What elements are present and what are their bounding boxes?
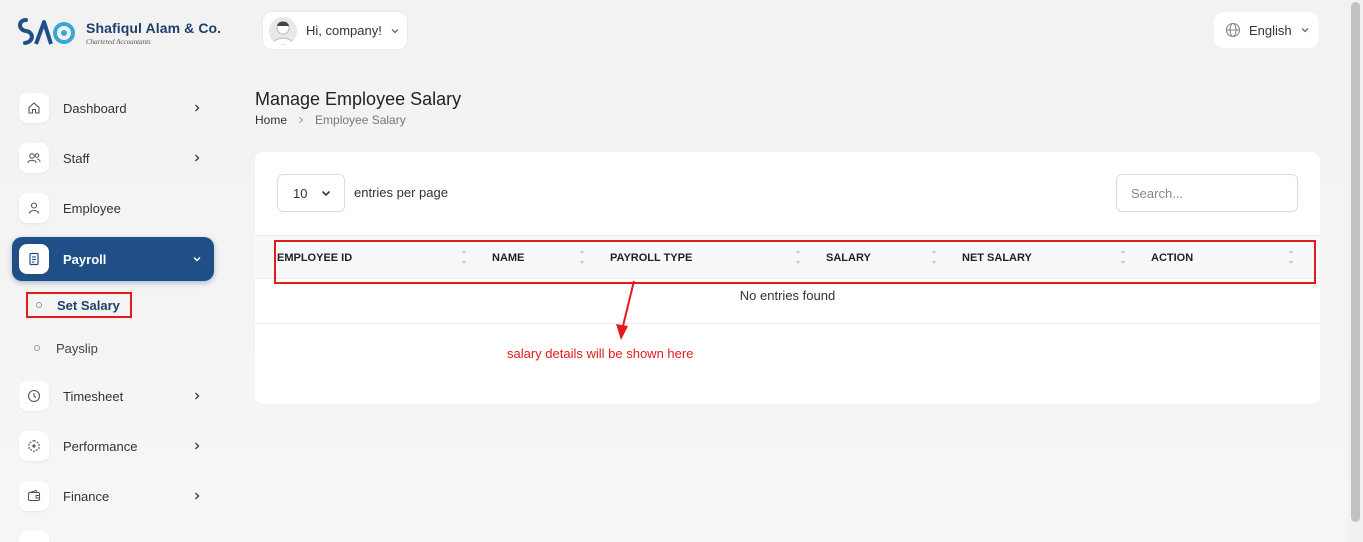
wallet-icon: [19, 481, 49, 511]
breadcrumb-home-link[interactable]: Home: [255, 113, 287, 127]
user-greeting: Hi, company!: [306, 23, 382, 38]
sidebar-item-employee[interactable]: Employee: [12, 186, 214, 230]
page-scrollbar[interactable]: [1348, 0, 1363, 542]
users-icon: [19, 143, 49, 173]
chevron-down-icon: [322, 190, 331, 197]
clock-icon: [19, 381, 49, 411]
sidebar-item-performance[interactable]: Performance: [12, 424, 214, 468]
chevron-right-icon: [195, 442, 200, 450]
sidebar-subitem-label: Payslip: [56, 340, 98, 356]
avatar: [269, 16, 297, 45]
chevron-right-icon: [195, 104, 200, 112]
sidebar-subitem-label: Set Salary: [57, 297, 120, 313]
chevron-down-icon: [193, 257, 201, 262]
search-input[interactable]: [1116, 174, 1298, 212]
performance-icon: [19, 431, 49, 461]
chevron-down-icon: [391, 28, 399, 33]
entries-per-page-label: entries per page: [354, 185, 448, 200]
language-selector[interactable]: English: [1214, 12, 1319, 48]
entries-per-page-select[interactable]: 10: [277, 174, 345, 212]
brand-name: Shafiqul Alam & Co.: [86, 20, 222, 36]
sidebar-item-dashboard[interactable]: Dashboard: [12, 86, 214, 130]
sidebar-item-more[interactable]: [12, 524, 214, 542]
sidebar-item-label: Employee: [63, 200, 121, 216]
chevron-right-icon: [299, 117, 304, 123]
sidebar-subitem-set-salary[interactable]: Set Salary: [26, 292, 132, 318]
annotation-text: salary details will be shown here: [507, 346, 694, 361]
avatar-icon: [269, 16, 297, 45]
sidebar-item-label: Timesheet: [63, 388, 124, 404]
breadcrumb: Home Employee Salary: [255, 113, 406, 127]
globe-icon: [1225, 22, 1241, 38]
sidebar-item-payroll[interactable]: Payroll: [12, 237, 214, 281]
breadcrumb-current: Employee Salary: [315, 113, 406, 127]
annotation-highlight-box: [274, 240, 1316, 284]
sidebar-item-staff[interactable]: Staff: [12, 136, 214, 180]
user-menu[interactable]: Hi, company!: [262, 11, 408, 50]
chevron-right-icon: [195, 492, 200, 500]
user-icon: [19, 193, 49, 223]
chevron-right-icon: [195, 392, 200, 400]
per-page-value: 10: [293, 185, 308, 201]
bullet-icon: [36, 302, 42, 308]
brand-subtitle: Chartered Accountants: [86, 38, 151, 46]
sidebar-subitem-payslip[interactable]: Payslip: [26, 335, 98, 361]
scrollbar-thumb[interactable]: [1351, 2, 1360, 522]
home-icon: [19, 93, 49, 123]
language-label: English: [1249, 22, 1292, 38]
chevron-right-icon: [195, 154, 200, 162]
sidebar-item-label: Payroll: [63, 251, 107, 267]
empty-table-message: No entries found: [739, 288, 836, 303]
annotation-arrow-icon: [616, 280, 635, 340]
sidebar-item-label: Staff: [63, 150, 90, 166]
document-icon: [19, 244, 49, 274]
sidebar-item-label: Finance: [63, 488, 110, 504]
sidebar-item-timesheet[interactable]: Timesheet: [12, 374, 214, 418]
menu-item-icon: [19, 531, 49, 542]
sidebar-item-label: Dashboard: [63, 100, 127, 116]
sidebar-item-finance[interactable]: Finance: [12, 474, 214, 518]
sidebar-item-label: Performance: [63, 438, 138, 454]
brand-logo[interactable]: Shafiqul Alam & Co. Chartered Accountant…: [16, 14, 221, 54]
chevron-down-icon: [1301, 28, 1309, 33]
logo-icon: [18, 18, 75, 45]
row-divider: [255, 323, 1320, 324]
page-title: Manage Employee Salary: [255, 89, 462, 109]
bullet-icon: [34, 345, 40, 351]
